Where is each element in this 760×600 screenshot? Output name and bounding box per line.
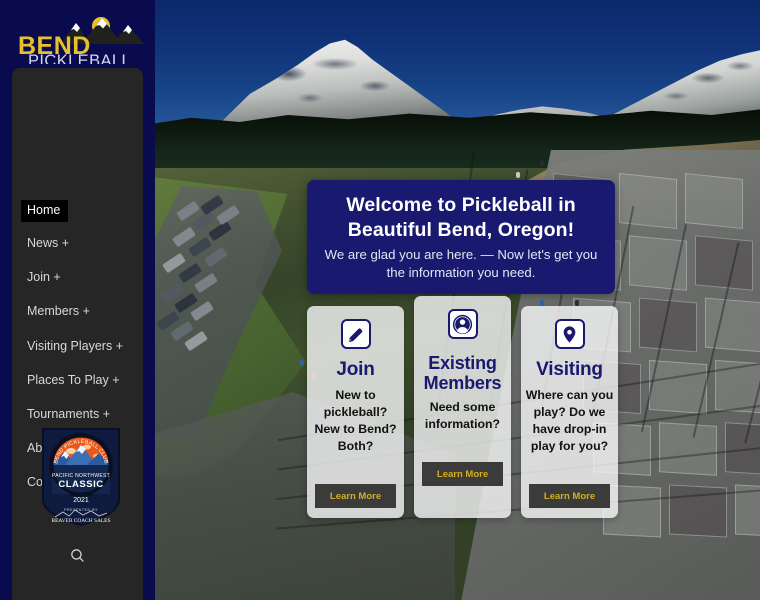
feature-card-visiting[interactable]: Visiting Where can you play? Do we have d… bbox=[521, 306, 618, 518]
sidebar-item-places-to-play[interactable]: Places To Play + bbox=[12, 369, 143, 393]
sidebar-item-news[interactable]: News + bbox=[12, 232, 143, 256]
svg-text:2021: 2021 bbox=[73, 497, 89, 504]
hero-subtitle: We are glad you are here. — Now let's ge… bbox=[324, 247, 598, 280]
tournament-badge-graphic: BEND PICKLEBALL CLUB PACIFIC NORTHWEST C… bbox=[42, 428, 120, 527]
pencil-icon bbox=[340, 319, 371, 349]
feature-card-existing-members[interactable]: Existing Members Need some information? Le… bbox=[414, 296, 511, 518]
feature-card-body: Where can you play? Do we have drop-in p… bbox=[525, 387, 614, 453]
learn-more-button[interactable]: Learn More bbox=[422, 462, 503, 486]
sidebar-item-join[interactable]: Join + bbox=[12, 266, 143, 290]
logo-text-club: PICKLEBALL CLUB bbox=[28, 52, 131, 64]
svg-text:CLASSIC: CLASSIC bbox=[58, 479, 103, 490]
sidebar: BEND PICKLEBALL CLUB Home News + Join + Mem… bbox=[0, 0, 155, 600]
hero-title: Welcome to Pickleball in Beautiful Bend,… bbox=[346, 194, 576, 241]
sidebar-item-home[interactable]: Home bbox=[21, 200, 69, 222]
search-icon bbox=[71, 548, 84, 562]
feature-card-title: Existing Members bbox=[423, 353, 502, 394]
user-circle-icon bbox=[447, 309, 478, 339]
learn-more-button[interactable]: Learn More bbox=[529, 484, 610, 508]
feature-card-body: Need some information? bbox=[424, 400, 501, 432]
svg-text:BEAVER COACH SALES: BEAVER COACH SALES bbox=[52, 518, 111, 524]
feature-card-body: New to pickleball? New to Bend? Both? bbox=[314, 387, 397, 453]
map-pin-icon bbox=[554, 319, 585, 349]
page-root: BEND PICKLEBALL CLUB Home News + Join + Mem… bbox=[0, 0, 760, 600]
tournament-badge[interactable]: BEND PICKLEBALL CLUB PACIFIC NORTHWEST C… bbox=[41, 427, 121, 527]
feature-card-title: Visiting bbox=[536, 359, 603, 380]
hero-banner: Welcome to Pickleball in Beautiful Bend,… bbox=[307, 180, 615, 294]
feature-cards: Join New to pickleball? New to Bend? Both… bbox=[307, 296, 627, 536]
sidebar-item-members[interactable]: Members + bbox=[12, 300, 143, 324]
sidebar-item-visiting-players[interactable]: Visiting Players + bbox=[12, 335, 143, 359]
search-button[interactable] bbox=[12, 538, 143, 572]
feature-card-title: Join bbox=[336, 359, 375, 380]
sidebar-item-tournaments[interactable]: Tournaments + bbox=[12, 403, 143, 427]
site-logo[interactable]: BEND PICKLEBALL CLUB bbox=[8, 12, 148, 64]
feature-card-join[interactable]: Join New to pickleball? New to Bend? Both… bbox=[307, 306, 404, 518]
learn-more-button[interactable]: Learn More bbox=[315, 484, 396, 508]
svg-text:PRESENTED BY: PRESENTED BY bbox=[64, 508, 98, 512]
